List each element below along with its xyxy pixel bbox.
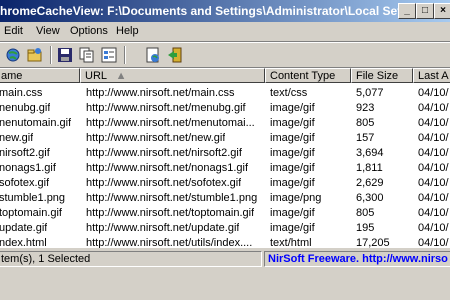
row-file-size: 2,629 bbox=[356, 177, 384, 189]
row-last-accessed: 04/10/ bbox=[418, 192, 449, 204]
column-header-last-accessed[interactable]: Last A bbox=[413, 68, 450, 83]
table-row[interactable]: ndex.html http://www.nirsoft.net/utils/in… bbox=[0, 235, 450, 249]
row-url: http://www.nirsoft.net/new.gif bbox=[86, 132, 226, 144]
row-content-type: image/gif bbox=[270, 117, 315, 129]
menu-options[interactable]: Options bbox=[70, 25, 108, 37]
row-url: http://www.nirsoft.net/update.gif bbox=[86, 222, 240, 234]
row-last-accessed: 04/10/ bbox=[418, 117, 449, 129]
column-header-url[interactable]: URL ▲ bbox=[80, 68, 265, 83]
row-content-type: image/gif bbox=[270, 102, 315, 114]
menu-edit[interactable]: Edit bbox=[4, 25, 23, 37]
status-selection: tem(s), 1 Selected bbox=[0, 251, 262, 267]
row-last-accessed: 04/10/ bbox=[418, 102, 449, 114]
cache-list[interactable]: ame URL ▲ Content Type File Size Last A … bbox=[0, 67, 450, 249]
menu-view[interactable]: View bbox=[36, 25, 60, 37]
row-content-type: text/css bbox=[270, 87, 308, 99]
toolbar bbox=[0, 42, 450, 68]
row-url: http://www.nirsoft.net/toptomain.gif bbox=[86, 207, 255, 219]
globe-icon[interactable] bbox=[4, 46, 22, 64]
save-icon[interactable] bbox=[56, 46, 74, 64]
status-credit-link[interactable]: NirSoft Freeware. http://www.nirso bbox=[264, 251, 450, 267]
properties-icon[interactable] bbox=[100, 46, 118, 64]
row-file-size: 805 bbox=[356, 117, 375, 129]
row-name: nonags1.gif bbox=[0, 162, 56, 174]
row-url: http://www.nirsoft.net/stumble1.png bbox=[86, 192, 258, 204]
row-name: stumble1.png bbox=[0, 192, 66, 204]
copy-icon[interactable] bbox=[78, 46, 96, 64]
row-content-type: image/png bbox=[270, 192, 322, 204]
row-last-accessed: 04/10/ bbox=[418, 147, 449, 159]
open-folder-icon[interactable] bbox=[26, 46, 44, 64]
row-url: http://www.nirsoft.net/main.css bbox=[86, 87, 235, 99]
row-name: sofotex.gif bbox=[0, 177, 50, 189]
row-url: http://www.nirsoft.net/nonags1.gif bbox=[86, 162, 249, 174]
exit-icon[interactable] bbox=[166, 46, 184, 64]
row-file-size: 6,300 bbox=[356, 192, 384, 204]
row-file-size: 923 bbox=[356, 102, 375, 114]
close-button[interactable]: × bbox=[434, 3, 450, 19]
row-file-size: 805 bbox=[356, 207, 375, 219]
column-header-name[interactable]: ame bbox=[0, 68, 80, 83]
row-file-size: 1,811 bbox=[356, 162, 383, 174]
row-last-accessed: 04/10/ bbox=[418, 162, 449, 174]
row-last-accessed: 04/10/ bbox=[418, 87, 449, 99]
row-content-type: image/gif bbox=[270, 132, 315, 144]
column-header-file-size[interactable]: File Size bbox=[351, 68, 413, 83]
menu-bar: Edit View Options Help bbox=[0, 22, 450, 42]
row-last-accessed: 04/10/ bbox=[418, 177, 449, 189]
row-content-type: image/gif bbox=[270, 207, 315, 219]
html-report-icon[interactable] bbox=[144, 46, 162, 64]
row-content-type: image/gif bbox=[270, 162, 315, 174]
window-title: hromeCacheView: F:\Documents and Setting… bbox=[0, 4, 440, 18]
row-url: http://www.nirsoft.net/sofotex.gif bbox=[86, 177, 242, 189]
status-bar: tem(s), 1 Selected NirSoft Freeware. htt… bbox=[0, 248, 450, 300]
row-name: nirsoft2.gif bbox=[0, 147, 50, 159]
row-name: nenubg.gif bbox=[0, 102, 51, 114]
row-last-accessed: 04/10/ bbox=[418, 207, 449, 219]
row-name: main.css bbox=[0, 87, 43, 99]
row-file-size: 5,077 bbox=[356, 87, 384, 99]
row-url: http://www.nirsoft.net/nirsoft2.gif bbox=[86, 147, 242, 159]
minimize-button[interactable]: _ bbox=[398, 3, 416, 19]
row-last-accessed: 04/10/ bbox=[418, 132, 449, 144]
column-header-url-label: URL bbox=[85, 70, 107, 82]
row-last-accessed: 04/10/ bbox=[418, 222, 449, 234]
column-header-content-type[interactable]: Content Type bbox=[265, 68, 351, 83]
list-header: ame URL ▲ Content Type File Size Last A bbox=[0, 68, 450, 85]
row-content-type: image/gif bbox=[270, 147, 315, 159]
row-name: nenutomain.gif bbox=[0, 117, 72, 129]
sort-ascending-icon: ▲ bbox=[115, 70, 127, 82]
row-url: http://www.nirsoft.net/menutomai... bbox=[86, 117, 255, 129]
row-content-type: image/gif bbox=[270, 222, 315, 234]
row-file-size: 157 bbox=[356, 132, 375, 144]
row-name: new.gif bbox=[0, 132, 34, 144]
row-name: update.gif bbox=[0, 222, 48, 234]
title-bar: hromeCacheView: F:\Documents and Setting… bbox=[0, 0, 450, 22]
row-content-type: image/gif bbox=[270, 177, 315, 189]
row-file-size: 195 bbox=[356, 222, 375, 234]
row-name: toptomain.gif bbox=[0, 207, 62, 219]
row-file-size: 3,694 bbox=[356, 147, 384, 159]
maximize-button[interactable]: □ bbox=[416, 3, 434, 19]
menu-help[interactable]: Help bbox=[116, 25, 139, 37]
row-url: http://www.nirsoft.net/menubg.gif bbox=[86, 102, 246, 114]
